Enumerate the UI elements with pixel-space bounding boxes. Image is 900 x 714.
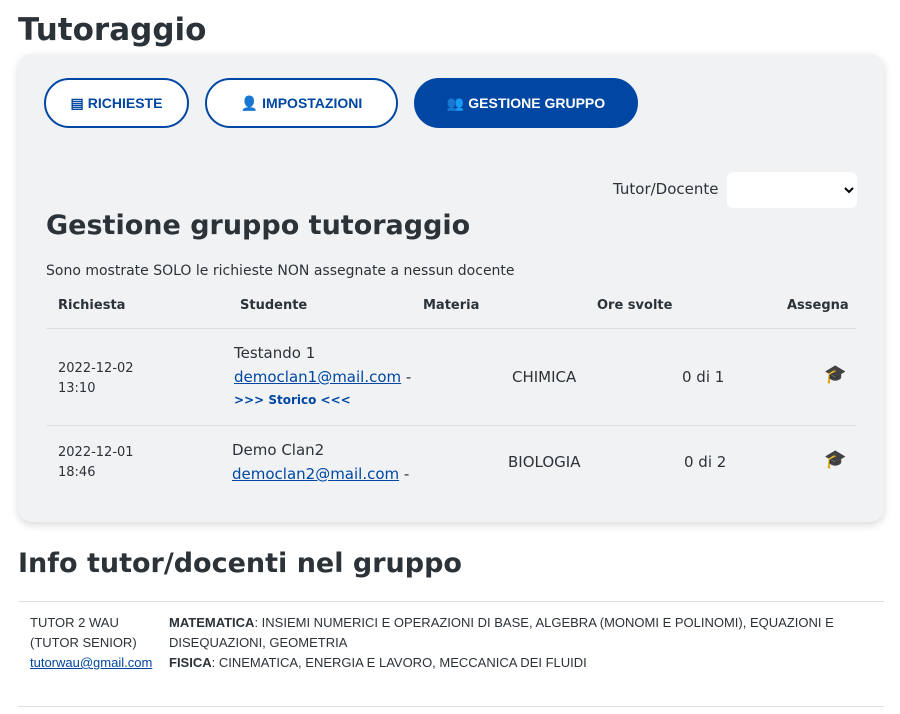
separator: - (403, 465, 410, 483)
hours: 0 di 2 (684, 453, 727, 471)
student-email[interactable]: democlan2@mail.com (232, 465, 399, 483)
request-date: 2022-12-02 13:10 (58, 361, 134, 396)
student-name: Testando 1 (234, 344, 316, 362)
divider (18, 706, 884, 707)
separator: - (405, 368, 412, 386)
subject-topics: : INSIEMI NUMERICI E OPERAZIONI DI BASE,… (169, 615, 834, 650)
tutor-name: TUTOR 2 WAU (30, 615, 119, 630)
tutor-filter-label: Tutor/Docente (613, 180, 719, 198)
divider (46, 328, 856, 329)
file-icon: ▤ (70, 94, 84, 111)
tutor-subjects: MATEMATICA: INSIEMI NUMERICI E OPERAZION… (169, 613, 869, 673)
subject-name: FISICA (169, 655, 212, 670)
col-assegna: Assegna (787, 298, 849, 313)
page-title: Tutoraggio (18, 12, 207, 48)
tutor-email[interactable]: tutorwau@gmail.com (30, 655, 152, 670)
divider (46, 425, 856, 426)
tutor-role: (TUTOR SENIOR) (30, 635, 137, 650)
subject: CHIMICA (512, 368, 577, 386)
tab-gestione-gruppo[interactable]: 👥 GESTIONE GRUPPO (414, 78, 638, 128)
subject-topics: : CINEMATICA, ENERGIA E LAVORO, MECCANIC… (211, 655, 587, 670)
assign-teacher-icon[interactable]: 🎓 (824, 364, 846, 385)
col-richiesta: Richiesta (58, 298, 126, 313)
section-title: Gestione gruppo tutoraggio (46, 210, 471, 241)
hours: 0 di 1 (682, 368, 725, 386)
divider (18, 601, 884, 602)
subject-name: MATEMATICA (169, 615, 255, 630)
tutoring-card: ▤ RICHIESTE 👤 IMPOSTAZIONI 👥 GESTIONE GRUPP… (18, 54, 884, 522)
student-email[interactable]: democlan1@mail.com (234, 368, 401, 386)
tab-richieste[interactable]: ▤ RICHIESTE (44, 78, 189, 128)
tutor-select[interactable] (727, 172, 857, 208)
col-materia: Materia (423, 298, 480, 313)
subject: BIOLOGIA (508, 453, 581, 471)
request-date: 2022-12-01 18:46 (58, 445, 134, 480)
user-gear-icon: 👤 (240, 94, 259, 111)
col-studente: Studente (240, 298, 308, 313)
col-ore: Ore svolte (597, 298, 673, 313)
assign-teacher-icon[interactable]: 🎓 (824, 449, 846, 470)
tab-impostazioni[interactable]: 👤 IMPOSTAZIONI (205, 78, 398, 128)
history-link[interactable]: >>> Storico <<< (234, 393, 351, 407)
note: Sono mostrate SOLO le richieste NON asse… (46, 263, 515, 279)
tutor-info: TUTOR 2 WAU (TUTOR SENIOR) tutorwau@gmai… (30, 613, 152, 673)
info-title: Info tutor/docenti nel gruppo (18, 548, 462, 579)
users-gear-icon: 👥 (446, 94, 465, 111)
student-name: Demo Clan2 (232, 441, 325, 459)
